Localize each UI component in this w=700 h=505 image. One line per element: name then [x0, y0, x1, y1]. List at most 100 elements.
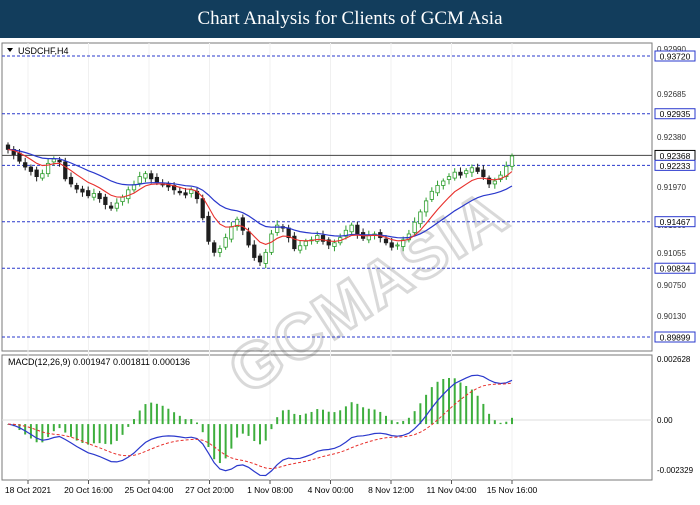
macd-histogram-bar — [167, 408, 170, 425]
macd-tick-label: -0.002329 — [657, 466, 694, 475]
macd-histogram-bar — [87, 424, 90, 445]
candle-bull — [40, 173, 45, 179]
macd-histogram-bar — [110, 424, 113, 445]
macd-histogram-bar — [241, 424, 244, 434]
candle-bear — [63, 161, 68, 180]
time-tick-label: 27 Oct 20:00 — [185, 485, 234, 495]
price-level-label: 0.91467 — [660, 217, 691, 227]
chart-title-bar: Chart Analysis for Clients of GCM Asia — [0, 0, 700, 38]
macd-histogram-bar — [511, 417, 513, 425]
macd-histogram-bar — [322, 409, 324, 425]
macd-histogram-bar — [442, 378, 445, 425]
macd-histogram-bar — [344, 406, 347, 425]
macd-histogram-bar — [476, 395, 479, 425]
macd-histogram-bar — [293, 413, 296, 425]
candle-bear — [5, 144, 11, 150]
macd-histogram-bar — [270, 424, 273, 430]
macd-histogram-bar — [173, 412, 176, 425]
candle-bear — [154, 176, 160, 183]
macd-histogram-bar — [499, 422, 502, 425]
macd-histogram-bar — [196, 422, 198, 425]
time-tick-label: 25 Oct 04:00 — [125, 485, 174, 495]
candle-bear — [389, 242, 394, 248]
candle-bear — [212, 242, 217, 253]
candle-bear — [177, 190, 182, 194]
macd-histogram-bar — [327, 411, 330, 425]
candle-bear — [252, 244, 257, 258]
macd-histogram-bar — [430, 387, 433, 425]
candle-bear — [23, 162, 28, 168]
macd-histogram-bar — [190, 419, 193, 425]
macd-histogram-bar — [505, 421, 508, 425]
candle-bull — [418, 211, 423, 225]
candle-bull — [114, 202, 119, 209]
macd-histogram-bar — [413, 411, 416, 425]
macd-histogram-bar — [470, 389, 473, 425]
candle-bull — [429, 190, 434, 200]
candle-bear — [74, 185, 79, 190]
candle-bear — [108, 205, 114, 209]
macd-histogram-bar — [224, 424, 227, 459]
time-tick-label: 1 Nov 08:00 — [247, 485, 293, 495]
candle-bear — [86, 190, 91, 197]
candle-bull — [275, 224, 280, 233]
macd-histogram-bar — [493, 420, 496, 425]
candle-bull — [332, 242, 337, 247]
macd-histogram-bar — [373, 409, 376, 425]
price-level-label: 0.90834 — [660, 264, 691, 274]
candle-bull — [395, 244, 400, 247]
time-tick-label: 15 Nov 16:00 — [487, 485, 538, 495]
price-level-label: 0.92935 — [660, 109, 691, 119]
price-tick-label: 0.91055 — [657, 249, 686, 258]
macd-histogram-bar — [465, 385, 468, 425]
candle-bull — [509, 155, 515, 167]
candle-bull — [349, 224, 354, 233]
price-level-label: 0.92233 — [660, 161, 691, 171]
macd-histogram-bar — [75, 424, 78, 441]
candle-bull — [441, 180, 446, 186]
macd-histogram-bar — [150, 402, 153, 425]
macd-histogram-bar — [425, 394, 428, 425]
macd-histogram-bar — [121, 424, 124, 435]
candle-bear — [80, 188, 85, 193]
candle-bear — [183, 192, 188, 196]
candle-bull — [303, 240, 308, 247]
candle-bull — [51, 158, 56, 163]
macd-tick-label: 0.002628 — [657, 355, 691, 364]
macd-histogram-bar — [115, 424, 118, 441]
candle-bear — [200, 198, 205, 219]
macd-histogram-bar — [127, 424, 130, 427]
price-tick-label: 0.91970 — [657, 183, 686, 192]
macd-histogram-bar — [92, 424, 95, 444]
candle-bear — [97, 193, 102, 200]
macd-histogram-bar — [64, 424, 67, 433]
macd-histogram-bar — [178, 415, 181, 425]
candle-bull — [446, 176, 452, 180]
macd-histogram-bar — [287, 409, 290, 425]
candle-bear — [257, 255, 263, 263]
candle-bull — [137, 176, 142, 184]
candle-bear — [149, 173, 154, 180]
candle-bear — [17, 152, 22, 162]
macd-histogram-bar — [81, 424, 84, 443]
candle-bull — [412, 221, 417, 233]
macd-histogram-bar — [448, 377, 450, 425]
macd-label: MACD(12,26,9) 0.001947 0.001811 0.000136 — [8, 357, 190, 367]
candle-bull — [492, 180, 497, 185]
candle-bull — [120, 196, 125, 203]
time-tick-label: 20 Oct 16:00 — [64, 485, 113, 495]
macd-histogram-bar — [47, 424, 50, 438]
macd-histogram-bar — [230, 424, 233, 449]
macd-histogram-bar — [218, 424, 221, 464]
candle-bear — [458, 171, 463, 176]
price-tick-label: 0.90130 — [657, 312, 686, 321]
macd-histogram-bar — [236, 424, 239, 438]
candle-bull — [263, 251, 268, 264]
macd-histogram-bar — [419, 403, 422, 425]
candle-bull — [217, 248, 223, 253]
macd-histogram-bar — [453, 378, 456, 425]
candle-bear — [57, 160, 62, 163]
macd-histogram-bar — [390, 420, 393, 425]
macd-histogram-bar — [304, 413, 307, 425]
candle-bear — [383, 238, 389, 244]
